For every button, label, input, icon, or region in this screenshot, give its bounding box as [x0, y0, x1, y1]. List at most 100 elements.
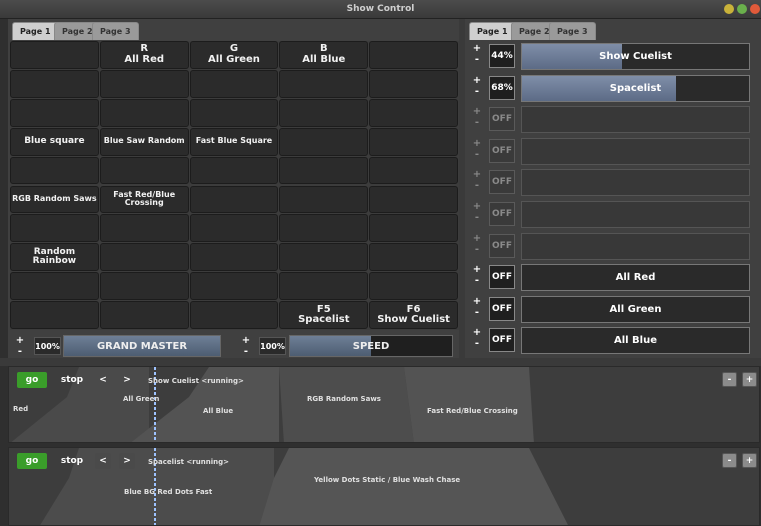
maximize-button[interactable]	[737, 4, 747, 14]
seq2-prev-button[interactable]: <	[95, 453, 111, 469]
executor-cell-r4-c4[interactable]	[279, 127, 369, 156]
executor-cell-r8-c1[interactable]: Random Rainbow	[10, 243, 99, 272]
executor-cell-r1-c4[interactable]: B All Blue	[279, 41, 369, 69]
seq2-cue-2[interactable]: Yellow Dots Static / Blue Wash Chase	[314, 476, 460, 484]
close-button[interactable]	[750, 4, 760, 14]
executor-cell-r6-c2[interactable]: Fast Red/Blue Crossing	[99, 185, 189, 214]
executor-cell-r3-c1[interactable]	[10, 98, 99, 127]
cuelist-10-button[interactable]: All Blue	[521, 327, 750, 355]
executor-cell-r10-c1[interactable]	[10, 301, 99, 329]
executor-cell-r7-c4[interactable]	[279, 214, 369, 243]
executor-cell-r2-c1[interactable]	[10, 69, 99, 98]
seq1-prev-button[interactable]: <	[95, 372, 111, 388]
cuelist-7-minus[interactable]: -	[471, 244, 483, 256]
executor-cell-r9-c3[interactable]	[189, 272, 279, 301]
executor-cell-r6-c3[interactable]	[189, 185, 279, 214]
executor-cell-r1-c3[interactable]: G All Green	[189, 41, 279, 69]
executor-cell-r5-c2[interactable]	[99, 156, 189, 185]
cuelist-5-button[interactable]	[521, 169, 750, 197]
executor-cell-r3-c3[interactable]	[189, 98, 279, 127]
executor-cell-r2-c2[interactable]	[99, 69, 189, 98]
executor-cell-r7-c5[interactable]	[369, 214, 458, 243]
executor-cell-r2-c3[interactable]	[189, 69, 279, 98]
seq1-next-button[interactable]: >	[119, 372, 135, 388]
executor-cell-r1-c1[interactable]	[10, 41, 99, 69]
executor-cell-r6-c4[interactable]	[279, 185, 369, 214]
right-tab-3[interactable]: Page 3	[549, 22, 596, 40]
executor-cell-r9-c1[interactable]	[10, 272, 99, 301]
seq1-cue-1[interactable]: Red	[13, 405, 28, 413]
cuelist-5-minus[interactable]: -	[471, 180, 483, 192]
executor-cell-r1-c5[interactable]	[369, 41, 458, 69]
executor-cell-r4-c1[interactable]: Blue square	[10, 127, 99, 156]
executor-cell-r9-c4[interactable]	[279, 272, 369, 301]
speed-slider[interactable]: SPEED	[289, 335, 453, 357]
cuelist-3-button[interactable]	[521, 106, 750, 134]
executor-cell-r10-c4[interactable]: F5 Spacelist	[279, 301, 369, 329]
grand-master-slider[interactable]: GRAND MASTER	[63, 335, 221, 357]
executor-cell-r5-c5[interactable]	[369, 156, 458, 185]
seq1-minus-button[interactable]: -	[722, 372, 737, 387]
executor-cell-r7-c1[interactable]	[10, 214, 99, 243]
seq1-cue-3[interactable]: All Blue	[203, 407, 233, 415]
left-tab-3[interactable]: Page 3	[92, 22, 139, 40]
executor-cell-r6-c5[interactable]	[369, 185, 458, 214]
seq1-cue-4[interactable]: RGB Random Saws	[307, 395, 381, 403]
grand-master-minus[interactable]: -	[14, 346, 26, 358]
seq2-next-button[interactable]: >	[119, 453, 135, 469]
executor-cell-r6-c1[interactable]: RGB Random Saws	[10, 185, 99, 214]
executor-cell-r8-c3[interactable]	[189, 243, 279, 272]
seq1-stop-button[interactable]: stop	[55, 372, 89, 388]
executor-cell-r2-c5[interactable]	[369, 69, 458, 98]
cuelist-3-minus[interactable]: -	[471, 117, 483, 129]
seq1-go-button[interactable]: go	[17, 372, 47, 388]
seq2-stop-button[interactable]: stop	[55, 453, 89, 469]
executor-cell-r3-c2[interactable]	[99, 98, 189, 127]
executor-cell-r5-c3[interactable]	[189, 156, 279, 185]
horizontal-splitter[interactable]	[0, 358, 761, 366]
cuelist-6-button[interactable]	[521, 201, 750, 228]
seq2-cue-1[interactable]: Blue BG Red Dots Fast	[124, 488, 212, 496]
cuelist-8-minus[interactable]: -	[471, 275, 483, 287]
executor-cell-r8-c4[interactable]	[279, 243, 369, 272]
executor-cell-r9-c5[interactable]	[369, 272, 458, 301]
cuelist-10-minus[interactable]: -	[471, 338, 483, 350]
executor-cell-r3-c5[interactable]	[369, 98, 458, 127]
seq2-go-button[interactable]: go	[17, 453, 47, 469]
cuelist-2-minus[interactable]: -	[471, 86, 483, 98]
executor-cell-r8-c5[interactable]	[369, 243, 458, 272]
executor-cell-r10-c2[interactable]	[99, 301, 189, 329]
executor-cell-r4-c2[interactable]: Blue Saw Random	[99, 127, 189, 156]
executor-cell-r10-c3[interactable]	[189, 301, 279, 329]
cuelist-4-minus[interactable]: -	[471, 149, 483, 161]
seq1-cue-5[interactable]: Fast Red/Blue Crossing	[427, 407, 518, 415]
executor-cell-r9-c2[interactable]	[99, 272, 189, 301]
cuelist-1-minus[interactable]: -	[471, 54, 483, 66]
cuelist-6-minus[interactable]: -	[471, 212, 483, 224]
cuelist-4-button[interactable]	[521, 137, 750, 165]
executor-cell-r1-c2[interactable]: R All Red	[99, 41, 189, 69]
right-tab-1[interactable]: Page 1	[469, 22, 516, 40]
seq2-minus-button[interactable]: -	[722, 453, 737, 468]
cuelist-8-button[interactable]: All Red	[521, 264, 750, 292]
seq1-plus-button[interactable]: +	[742, 372, 757, 387]
executor-cell-r10-c5[interactable]: F6 Show Cuelist	[369, 301, 458, 329]
left-tab-1[interactable]: Page 1	[12, 22, 59, 40]
executor-cell-r7-c3[interactable]	[189, 214, 279, 243]
executor-cell-r4-c5[interactable]	[369, 127, 458, 156]
cuelist-7-button[interactable]	[521, 232, 750, 260]
executor-cell-r2-c4[interactable]	[279, 69, 369, 98]
cuelist-9-minus[interactable]: -	[471, 307, 483, 319]
minimize-button[interactable]	[724, 4, 734, 14]
executor-cell-r8-c2[interactable]	[99, 243, 189, 272]
executor-cell-r3-c4[interactable]	[279, 98, 369, 127]
executor-cell-r5-c1[interactable]	[10, 156, 99, 185]
cuelist-2-button[interactable]: Spacelist	[521, 74, 750, 102]
seq2-plus-button[interactable]: +	[742, 453, 757, 468]
executor-cell-r4-c3[interactable]: Fast Blue Square	[189, 127, 279, 156]
executor-cell-r7-c2[interactable]	[99, 214, 189, 243]
speed-minus[interactable]: -	[240, 346, 252, 358]
seq1-cue-2[interactable]: All Green	[123, 395, 159, 403]
cuelist-1-button[interactable]: Show Cuelist	[521, 43, 750, 70]
cuelist-9-button[interactable]: All Green	[521, 295, 750, 323]
